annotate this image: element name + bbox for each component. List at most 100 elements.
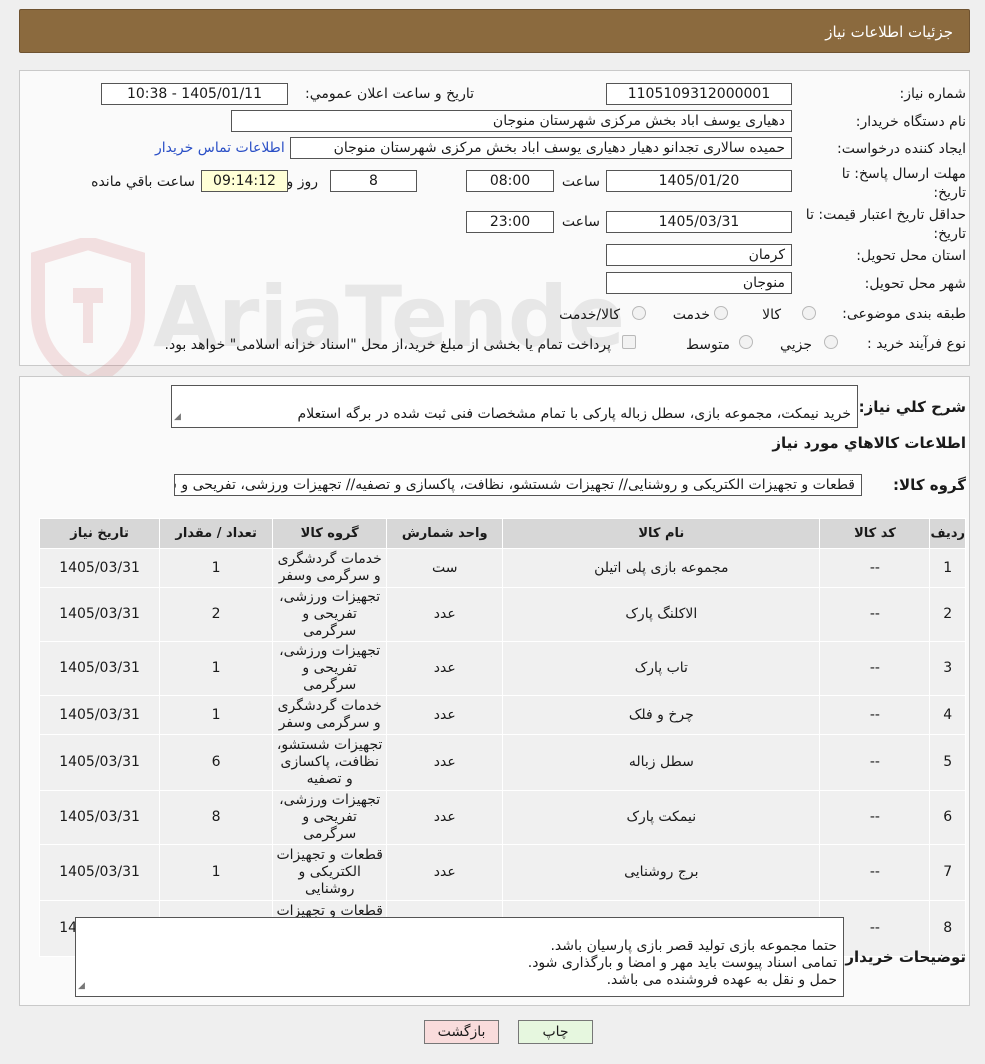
- buyer-label: نام دستگاه خريدار:: [855, 114, 966, 130]
- province-field: کرمان: [606, 244, 792, 266]
- process-label: نوع فرآيند خريد :: [867, 336, 966, 352]
- buyer-contact-link[interactable]: اطلاعات تماس خریدار: [155, 140, 285, 156]
- back-button[interactable]: بازگشت: [424, 1020, 499, 1044]
- category-option-goods: کالا: [762, 307, 781, 323]
- description-text: خرید نیمکت، مجموعه بازی، سطل زباله پارکی…: [297, 406, 851, 422]
- city-field: منوجان: [606, 272, 792, 294]
- print-button[interactable]: چاپ: [518, 1020, 593, 1044]
- cell-row-number: 6: [929, 790, 966, 845]
- cell-date: 1405/03/31: [38, 734, 161, 791]
- cell-date: 1405/03/31: [38, 844, 161, 901]
- cell-row-number: 3: [929, 641, 966, 696]
- cell-row-number: 1: [929, 548, 966, 588]
- cell-date: 1405/03/31: [38, 641, 161, 696]
- validity-label: حداقل تاريخ اعتبار قيمت: تا تاریخ:: [805, 207, 966, 242]
- process-option-medium: متوسط: [686, 337, 730, 353]
- days-label: روز و: [286, 174, 319, 190]
- cell-date: 1405/03/31: [38, 548, 161, 588]
- cell-group: خدمات گردشگری و سرگرمی وسفر: [272, 695, 388, 735]
- category-radio-service[interactable]: [714, 306, 728, 320]
- cell-unit: ست: [386, 548, 504, 588]
- cell-group: خدمات گردشگری و سرگرمی وسفر: [272, 548, 388, 588]
- category-radio-goods[interactable]: [802, 306, 816, 320]
- process-radio-minor[interactable]: [824, 335, 838, 349]
- need-number-label: شماره نیاز:: [899, 86, 967, 102]
- cell-row-number: 7: [929, 844, 966, 901]
- cell-code: --: [819, 844, 931, 901]
- cell-unit: عدد: [386, 641, 504, 696]
- cell-quantity: 1: [159, 641, 274, 696]
- creator-field: حمیده سالاری تجدانو دهیار دهیاری یوسف اب…: [290, 137, 792, 159]
- table-row: 1 -- مجموعه بازی پلی اتیلن ست خدمات گردش…: [38, 548, 966, 588]
- validity-time-field: 23:00: [466, 211, 554, 233]
- creator-label: ايجاد کننده درخواست:: [837, 141, 966, 157]
- city-label: شهر محل تحويل:: [864, 276, 966, 292]
- process-radio-medium[interactable]: [739, 335, 753, 349]
- validity-date-field: 1405/03/31: [606, 211, 792, 233]
- cell-code: --: [819, 548, 931, 588]
- group-field: قطعات و تجهیزات الکتریکی و روشنایی// تجه…: [174, 474, 862, 496]
- remaining-label: ساعت باقي مانده: [91, 174, 195, 190]
- cell-code: --: [819, 790, 931, 845]
- cell-quantity: 2: [159, 587, 274, 642]
- items-heading: اطلاعات کالاهاي مورد نياز: [772, 434, 966, 452]
- cell-name: چرخ و فلک: [502, 695, 821, 735]
- deadline-time-label: ساعت: [561, 174, 600, 190]
- cell-quantity: 1: [159, 695, 274, 735]
- cell-quantity: 1: [159, 844, 274, 901]
- cell-group: تجهیزات ورزشی، تفریحی و سرگرمی: [272, 790, 388, 845]
- table-row: 6 -- نیمکت پارک عدد تجهیزات ورزشی، تفریح…: [38, 790, 966, 845]
- cell-group: تجهیزات ورزشی، تفریحی و سرگرمی: [272, 587, 388, 642]
- table-row: 5 -- سطل زباله عدد تجهیزات شستشو، نظافت،…: [38, 734, 966, 791]
- notes-field[interactable]: حتما مجموعه بازی تولید قصر بازی پارسیان …: [75, 917, 844, 997]
- cell-code: --: [819, 587, 931, 642]
- cell-date: 1405/03/31: [38, 790, 161, 845]
- cell-code: --: [819, 734, 931, 791]
- buyer-field: دهیاری یوسف اباد بخش مرکزی شهرستان منوجا…: [231, 110, 792, 132]
- col-header-name: نام کالا: [502, 518, 821, 549]
- notes-label: توضیحات خریدار:: [839, 948, 966, 966]
- cell-name: مجموعه بازی پلی اتیلن: [502, 548, 821, 588]
- cell-group: قطعات و تجهیزات الکتریکی و روشنایی: [272, 844, 388, 901]
- category-option-goods-service: کالا/خدمت: [559, 307, 620, 323]
- remaining-time-field: 09:14:12: [201, 170, 288, 192]
- cell-quantity: 1: [159, 548, 274, 588]
- announce-label: تاریخ و ساعت اعلان عمومي:: [305, 86, 474, 102]
- cell-date: 1405/03/31: [38, 695, 161, 735]
- cell-name: تاب پارک: [502, 641, 821, 696]
- cell-name: الاکلنگ پارک: [502, 587, 821, 642]
- cell-row-number: 5: [929, 734, 966, 791]
- cell-row-number: 2: [929, 587, 966, 642]
- notes-text: حتما مجموعه بازی تولید قصر بازی پارسیان …: [527, 938, 837, 988]
- cell-quantity: 8: [159, 790, 274, 845]
- page-header: جزئیات اطلاعات نیاز: [19, 9, 970, 53]
- treasury-checkbox[interactable]: [622, 335, 636, 349]
- category-option-service: خدمت: [672, 307, 710, 323]
- need-number-field: 1105109312000001: [606, 83, 792, 105]
- description-label: شرح کلي نياز:: [858, 398, 966, 416]
- cell-unit: عدد: [386, 734, 504, 791]
- col-header-date: تاریخ نیاز: [38, 518, 161, 549]
- table-header-row: رديف کد کالا نام کالا واحد شمارش گروه کا…: [38, 518, 966, 549]
- col-header-row-number: رديف: [929, 518, 966, 549]
- description-field[interactable]: خرید نیمکت، مجموعه بازی، سطل زباله پارکی…: [171, 385, 858, 428]
- deadline-date-field: 1405/01/20: [606, 170, 792, 192]
- category-label: طبقه بندی موضوعی:: [842, 306, 966, 322]
- col-header-code: کد کالا: [819, 518, 931, 549]
- cell-code: --: [819, 695, 931, 735]
- col-header-group: گروه کالا: [272, 518, 388, 549]
- cell-row-number: 4: [929, 695, 966, 735]
- items-table: رديف کد کالا نام کالا واحد شمارش گروه کا…: [38, 518, 966, 957]
- cell-unit: عدد: [386, 790, 504, 845]
- cell-name: نیمکت پارک: [502, 790, 821, 845]
- validity-time-label: ساعت: [561, 214, 600, 230]
- resize-handle-icon[interactable]: ◢: [78, 978, 85, 995]
- cell-group: تجهیزات شستشو، نظافت، پاکسازی و تصفیه: [272, 734, 388, 791]
- cell-code: --: [819, 641, 931, 696]
- category-radio-goods-service[interactable]: [632, 306, 646, 320]
- cell-name: سطل زباله: [502, 734, 821, 791]
- payment-note: پرداخت تمام یا بخشی از مبلغ خرید،از محل …: [164, 337, 611, 353]
- resize-handle-icon[interactable]: ◢: [174, 409, 181, 426]
- col-header-quantity: تعداد / مقدار: [159, 518, 274, 549]
- process-option-minor: جزيي: [780, 337, 812, 353]
